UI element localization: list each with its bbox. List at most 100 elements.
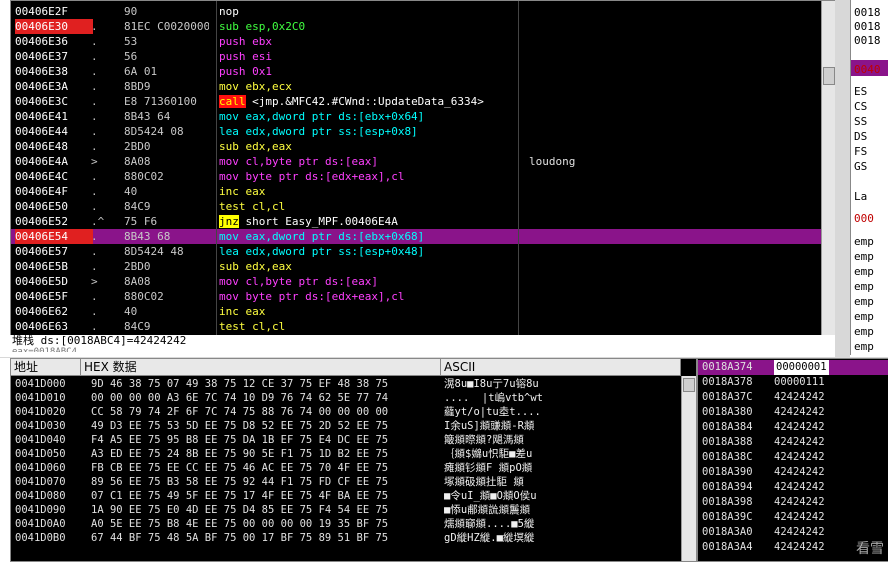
disasm-mnemonic: mov [219, 80, 239, 93]
disasm-hex-bytes: 90 [124, 5, 138, 18]
disasm-row[interactable]: 00406E36. 53 push ebx [11, 34, 836, 49]
dump-row[interactable]: 0041D010 00 00 00 00 A3 6E 7C 74 10 D9 76… [11, 392, 681, 405]
disasm-operands: eax [238, 305, 266, 318]
stack-row[interactable]: 0018A380 42424242 [698, 405, 888, 420]
dump-row[interactable]: 0041D000 9D 46 38 75 07 49 38 75 12 CE 37… [11, 378, 681, 391]
disasm-row[interactable]: 00406E5D >8A08 mov cl,byte ptr ds:[eax] [11, 274, 836, 289]
disasm-row[interactable]: 00406E52 .^ 75 F6 jnz short Easy_MPF.00406E… [11, 214, 836, 229]
dump-row[interactable]: 0041D070 89 56 EE 75 B3 58 EE 75 92 44 F1… [11, 476, 681, 489]
disasm-hex-bytes: 40 [124, 305, 138, 318]
disasm-mnemonic: lea [219, 125, 239, 138]
stack-row[interactable]: 0018A38C 42424242 [698, 450, 888, 465]
registers-pane[interactable]: 0018 0018 0018 0040 ES CS SS DS FS GS La 000 emp emp e… [850, 0, 888, 355]
disassembly-pane[interactable]: 00406E2F 90 nop 00406E30. 81EC C0020000 sub e… [10, 0, 837, 337]
dump-address: 0041D010 [15, 392, 66, 404]
disasm-row[interactable]: 00406E4F. 40 inc eax [11, 184, 836, 199]
scrollbar-thumb[interactable] [823, 67, 835, 85]
disasm-operands: cl,byte ptr ds:[eax] [238, 275, 378, 288]
stack-row[interactable]: 0018A398 42424242 [698, 495, 888, 510]
stack-row[interactable]: 0018A39C 42424242 [698, 510, 888, 525]
disasm-row[interactable]: 00406E57. 8D5424 48 lea edx,dword ptr ss:[… [11, 244, 836, 259]
dump-header-address[interactable]: 地址 [11, 359, 81, 376]
disasm-instruction: push 0x1 [219, 64, 519, 79]
stack-value: 42424242 [774, 496, 825, 508]
disasm-row[interactable]: 00406E2F 90 nop [11, 4, 836, 19]
disasm-row[interactable]: 00406E4C. 880C02 mov byte ptr ds:[edx+eax]… [11, 169, 836, 184]
disasm-row[interactable]: 00406E3A. 8BD9 mov ebx,ecx [11, 79, 836, 94]
disasm-row[interactable]: 00406E5B. 2BD0 sub edx,eax [11, 259, 836, 274]
disasm-row[interactable]: 00406E54. 8B43 68 mov eax,dword ptr ds:[eb… [11, 229, 836, 244]
disasm-mnemonic: sub [219, 140, 239, 153]
stack-row[interactable]: 0018A384 42424242 [698, 420, 888, 435]
disasm-row[interactable]: 00406E62. 40 inc eax [11, 304, 836, 319]
disasm-operands: esi [245, 50, 272, 63]
disasm-row[interactable]: 00406E50. 84C9 test cl,cl [11, 199, 836, 214]
dump-hex: 00 00 00 00 A3 6E 7C 74 10 D9 76 74 62 5… [91, 392, 389, 404]
dump-header-hex[interactable]: HEX 数据 [81, 359, 441, 376]
dump-row[interactable]: 0041D0A0 A0 5E EE 75 B8 4E EE 75 00 00 00… [11, 518, 681, 531]
dump-ascii: 瘫頫钐頫F 頫pO頫 [444, 462, 533, 474]
disasm-row[interactable]: 00406E4A >8A08 mov cl,byte ptr ds:[eax] lou… [11, 154, 836, 169]
stack-row[interactable]: 0018A390 42424242 [698, 465, 888, 480]
disasm-row[interactable]: 00406E63. 84C9 test cl,cl [11, 319, 836, 334]
register-line: 0018 [854, 6, 881, 19]
dump-row[interactable]: 0041D050 A3 ED EE 75 24 8B EE 75 90 5E F1… [11, 448, 681, 461]
disasm-instruction: mov cl,byte ptr ds:[eax] [219, 274, 519, 289]
disasm-hex-bytes: 8D5424 48 [124, 245, 184, 258]
disasm-instruction: mov byte ptr ds:[edx+eax],cl [219, 169, 519, 184]
stack-pane[interactable]: 0018A374 00000001 0018A378 00000111 0018A37C… [697, 358, 888, 562]
disasm-row[interactable]: 00406E38. 6A 01 push 0x1 [11, 64, 836, 79]
disasm-hex-bytes: 75 F6 [124, 215, 158, 228]
dump-row[interactable]: 0041D030 49 D3 EE 75 53 5D EE 75 D8 52 EE… [11, 420, 681, 433]
dump-scrollbar[interactable] [681, 376, 696, 561]
scrollbar-thumb[interactable] [683, 378, 695, 392]
disasm-address: 00406E5B [15, 260, 68, 273]
dump-header-ascii[interactable]: ASCII [441, 359, 681, 376]
stack-row[interactable]: 0018A378 00000111 [698, 375, 888, 390]
stack-address: 0018A384 [702, 421, 753, 433]
dump-row[interactable]: 0041D080 07 C1 EE 75 49 5F EE 75 17 4F EE… [11, 490, 681, 503]
stack-row[interactable]: 0018A394 42424242 [698, 480, 888, 495]
disasm-operands: cl,cl [245, 320, 286, 333]
disasm-row[interactable]: 00406E37. 56 push esi [11, 49, 836, 64]
stack-row[interactable]: 0018A374 00000001 [698, 360, 888, 375]
disasm-address: 00406E44 [15, 125, 68, 138]
disasm-address: 00406E2F [15, 5, 68, 18]
dump-row[interactable]: 0041D090 1A 90 EE 75 E0 4D EE 75 D4 85 EE… [11, 504, 681, 517]
disasm-row[interactable]: 00406E30. 81EC C0020000 sub esp,0x2C0 [11, 19, 836, 34]
disasm-flow-mark: . [91, 185, 98, 198]
disasm-flow-mark: . [91, 80, 98, 93]
disasm-row[interactable]: 00406E48. 2BD0 sub edx,eax [11, 139, 836, 154]
disasm-row[interactable]: 00406E3C. E8 71360100 call <jmp.&MFC42.#CW… [11, 94, 836, 109]
stack-address: 0018A380 [702, 406, 753, 418]
disasm-hex-bytes: 84C9 [124, 200, 151, 213]
disasm-flow-mark: . [91, 110, 98, 123]
dump-row[interactable]: 0041D020 CC 58 79 74 2F 6F 7C 74 75 88 76… [11, 406, 681, 419]
disasm-hex-bytes: 2BD0 [124, 140, 151, 153]
disasm-row[interactable]: 00406E41. 8B43 64 mov eax,dword ptr ds:[eb… [11, 109, 836, 124]
stack-row[interactable]: 0018A37C 42424242 [698, 390, 888, 405]
dump-row[interactable]: 0041D040 F4 A5 EE 75 95 B8 EE 75 DA 1B EF… [11, 434, 681, 447]
disasm-mnemonic: lea [219, 245, 239, 258]
memory-dump-pane[interactable]: 地址 HEX 数据 ASCII 0041D000 9D 46 38 75 07 4… [10, 358, 697, 562]
dump-hex: 49 D3 EE 75 53 5D EE 75 D8 52 EE 75 2D 5… [91, 420, 389, 432]
dump-row[interactable]: 0041D0B0 67 44 BF 75 48 5A BF 75 00 17 BF… [11, 532, 681, 545]
disasm-instruction: sub edx,eax [219, 259, 519, 274]
disasm-flow-mark: . [91, 95, 98, 108]
disassembly-scrollbar[interactable] [821, 1, 836, 336]
disasm-address: 00406E4C [15, 170, 68, 183]
vertical-splitter[interactable] [835, 0, 850, 357]
dump-hex: 9D 46 38 75 07 49 38 75 12 CE 37 75 EF 4… [91, 378, 389, 390]
disasm-row[interactable]: 00406E44. 8D5424 08 lea edx,dword ptr ss:[… [11, 124, 836, 139]
disasm-operands: eax [238, 185, 266, 198]
register-line: 0018 [854, 34, 881, 47]
dump-address: 0041D0A0 [15, 518, 66, 530]
dump-row[interactable]: 0041D060 FB CB EE 75 EE CC EE 75 46 AC EE… [11, 462, 681, 475]
dump-address: 0041D0B0 [15, 532, 66, 544]
disasm-address: 00406E52 [15, 215, 68, 228]
stack-value: 42424242 [774, 481, 825, 493]
stack-address: 0018A394 [702, 481, 753, 493]
disasm-row[interactable]: 00406E5F. 880C02 mov byte ptr ds:[edx+eax]… [11, 289, 836, 304]
disasm-instruction: push esi [219, 49, 519, 64]
stack-row[interactable]: 0018A388 42424242 [698, 435, 888, 450]
